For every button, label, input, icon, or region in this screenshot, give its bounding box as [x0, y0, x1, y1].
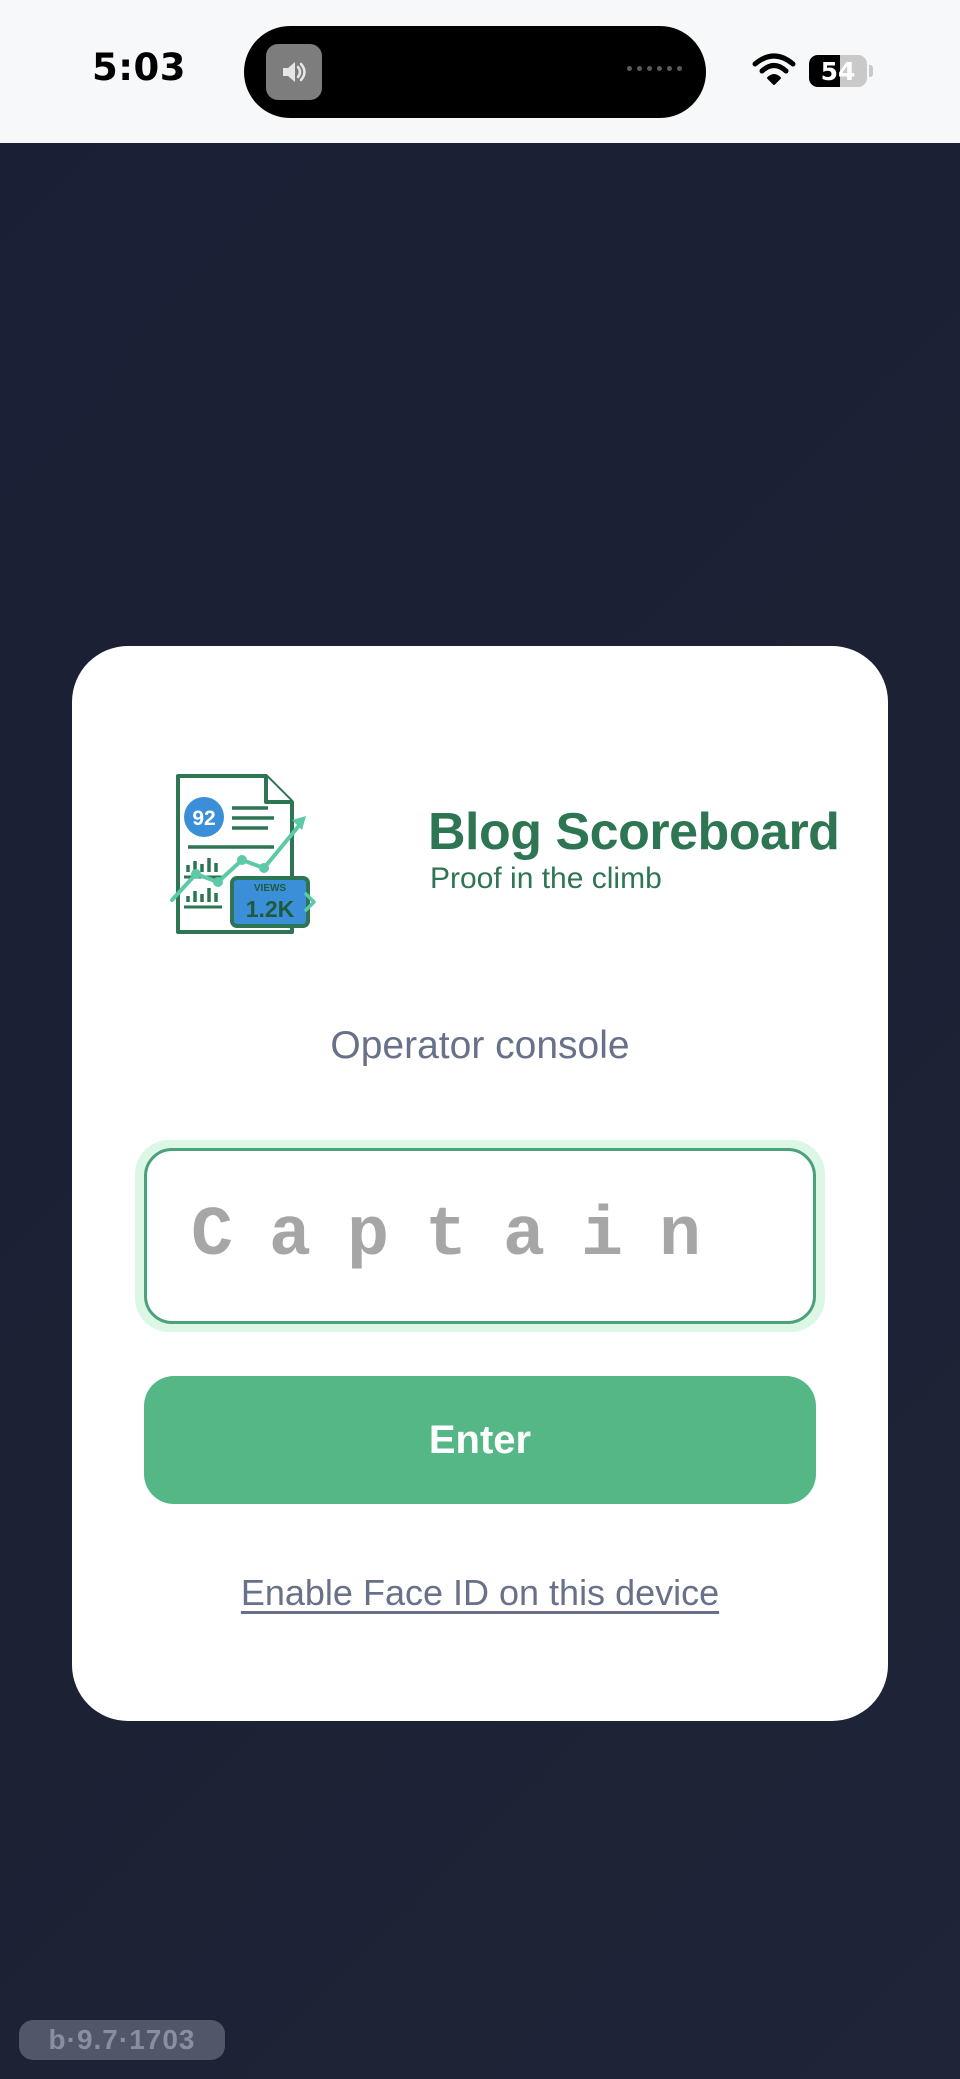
- login-card: 92 VIEWS 1.2K Blog Scoreboard Proof in t…: [72, 646, 888, 1721]
- brand-name: Blog Scoreboard: [428, 803, 840, 861]
- logo-views-value: 1.2K: [246, 896, 295, 922]
- enable-faceid-link[interactable]: Enable Face ID on this device: [72, 1572, 888, 1614]
- brand-logo: 92 VIEWS 1.2K Blog Scoreboard Proof in t…: [168, 772, 840, 942]
- status-time: 5:03: [92, 46, 187, 89]
- wifi-icon: [752, 53, 796, 85]
- logo-score: 92: [192, 807, 215, 830]
- page-title: Operator console: [330, 1024, 630, 1067]
- status-bar: 5:03 54: [0, 0, 960, 143]
- battery-tip: [869, 65, 873, 77]
- report-chart-icon: 92 VIEWS 1.2K: [170, 774, 316, 934]
- logo-views-label: VIEWS: [254, 883, 287, 894]
- battery-icon: 54: [809, 55, 867, 87]
- operator-name-input[interactable]: [144, 1148, 816, 1324]
- enter-button[interactable]: Enter: [144, 1376, 816, 1504]
- version-badge: b·9.7·1703: [19, 2020, 225, 2060]
- speaker-icon: [266, 44, 322, 100]
- battery-level: 54: [820, 56, 856, 86]
- dynamic-island: [244, 26, 706, 118]
- activity-dots-icon: [627, 66, 682, 71]
- brand-tagline: Proof in the climb: [430, 862, 662, 895]
